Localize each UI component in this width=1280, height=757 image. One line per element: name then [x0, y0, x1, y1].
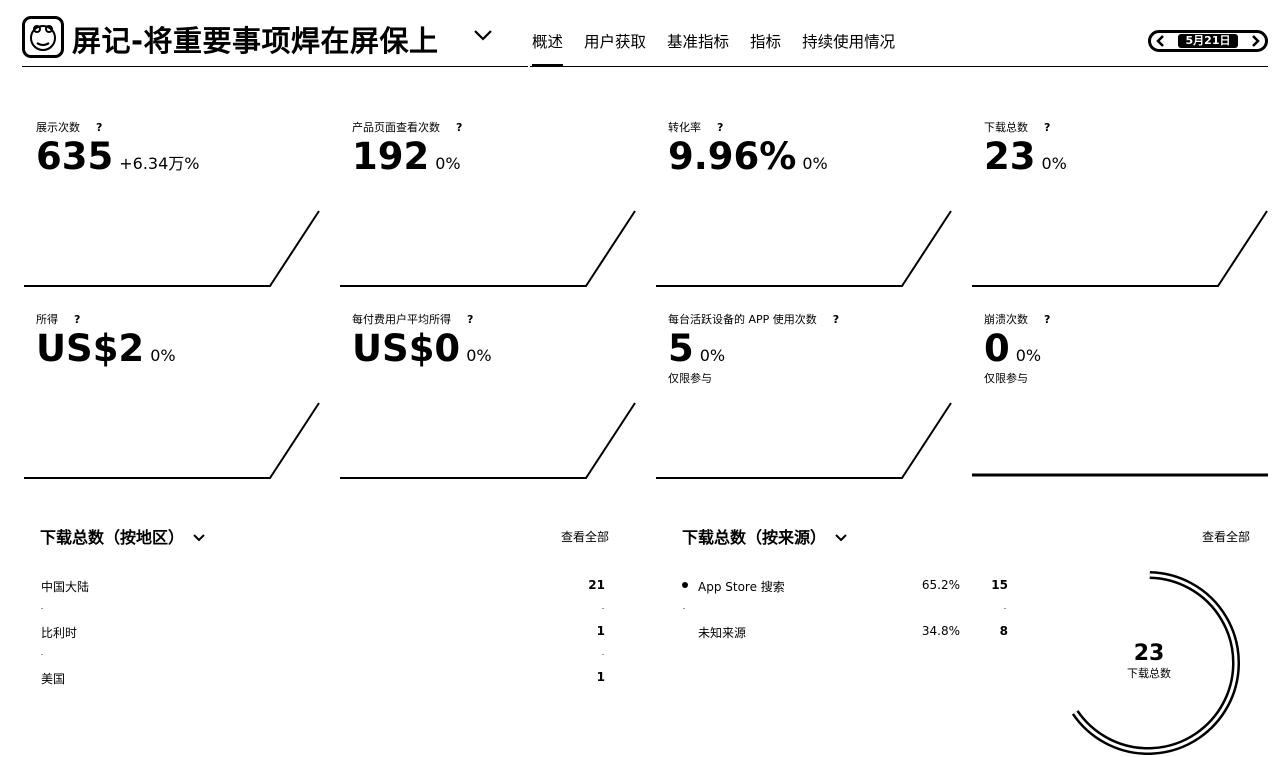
help-icon[interactable]: ? — [833, 313, 839, 326]
tab-benchmarks[interactable]: 基准指标 — [667, 30, 729, 67]
metric-card-impressions[interactable]: 展示次数? 635 +6.34万% — [24, 119, 324, 289]
help-icon[interactable]: ? — [467, 313, 473, 326]
region-row-value: 1 — [596, 670, 605, 684]
metric-value: 9.96% — [668, 135, 797, 178]
donut-total: 23 — [1133, 641, 1165, 666]
region-section-title[interactable]: 下载总数（按地区） — [40, 524, 206, 548]
metric-change: 0% — [466, 346, 492, 365]
metric-change: 0% — [435, 154, 461, 173]
metric-card-sessions-per-device[interactable]: 每台活跃设备的 APP 使用次数? 5 0% 仅限参与 — [656, 311, 956, 481]
region-title: 下载总数（按地区） — [40, 528, 185, 547]
metric-label: 展示次数 — [36, 121, 80, 134]
help-icon[interactable]: ? — [717, 121, 723, 134]
sparkline — [972, 210, 1268, 287]
tab-metrics[interactable]: 指标 — [750, 30, 781, 67]
metric-change: 0% — [1015, 346, 1042, 365]
source-section-title[interactable]: 下载总数（按来源） — [682, 524, 848, 548]
row-divider — [1004, 608, 1006, 609]
metric-change: +6.34万% — [119, 154, 200, 173]
sparkline — [340, 402, 636, 479]
sparkline — [656, 210, 952, 287]
header-divider — [530, 66, 1268, 67]
region-row-value: 1 — [596, 624, 605, 638]
metric-label: 所得 — [36, 313, 58, 326]
metric-value: US$2 — [36, 327, 145, 370]
metric-label: 每付费用户平均所得 — [352, 313, 451, 326]
source-row-label[interactable]: 未知来源 — [698, 624, 746, 641]
chevron-left-icon[interactable] — [1155, 35, 1167, 47]
row-divider — [602, 654, 604, 655]
tab-bar: 概述 用户获取 基准指标 指标 持续使用情况 — [532, 30, 916, 67]
metric-change: 0% — [802, 154, 828, 173]
source-row-value: 8 — [999, 624, 1008, 638]
region-row-value: 21 — [588, 578, 605, 592]
date-navigator: 5月21日 — [1148, 30, 1268, 52]
help-icon[interactable]: ? — [456, 121, 462, 134]
source-title: 下载总数（按来源） — [682, 528, 827, 547]
region-row-label[interactable]: 中国大陆 — [41, 578, 89, 595]
help-icon[interactable]: ? — [1044, 121, 1050, 134]
sparkline — [24, 402, 320, 479]
source-row-label[interactable]: App Store 搜索 — [698, 578, 785, 595]
header-divider — [22, 66, 528, 67]
region-row-label[interactable]: 美国 — [41, 670, 65, 687]
metric-value: 635 — [36, 135, 114, 178]
chevron-right-icon[interactable] — [1249, 35, 1261, 47]
header: 屏记-将重要事项焊在屏保上 概述 用户获取 基准指标 指标 持续使用情况 5月2… — [0, 0, 1280, 68]
donut-total-label: 下载总数 — [1127, 667, 1171, 680]
date-label[interactable]: 5月21日 — [1177, 34, 1239, 48]
tab-retention[interactable]: 持续使用情况 — [802, 30, 895, 67]
metric-card-crashes[interactable]: 崩溃次数? 0 0% 仅限参与 — [972, 311, 1272, 481]
row-divider — [41, 608, 43, 609]
metric-card-arppu[interactable]: 每付费用户平均所得? US$0 0% — [340, 311, 640, 481]
metric-change: 0% — [150, 346, 176, 365]
metric-label: 崩溃次数 — [984, 313, 1028, 326]
app-title[interactable]: 屏记-将重要事项焊在屏保上 — [72, 18, 439, 60]
metric-value: 23 — [984, 135, 1036, 178]
chevron-down-icon[interactable] — [834, 533, 848, 543]
metric-change: 0% — [699, 346, 726, 365]
row-divider — [602, 608, 604, 609]
app-face-icon[interactable] — [22, 16, 64, 58]
metric-value: 192 — [352, 135, 430, 178]
sparkline — [340, 210, 636, 287]
source-row-value: 15 — [991, 578, 1008, 592]
metric-card-total-downloads[interactable]: 下载总数? 23 0% — [972, 119, 1272, 289]
row-divider — [41, 654, 43, 655]
tab-acquisition[interactable]: 用户获取 — [584, 30, 646, 67]
metric-card-conversion-rate[interactable]: 转化率? 9.96% 0% — [656, 119, 956, 289]
help-icon[interactable]: ? — [74, 313, 80, 326]
chevron-down-icon[interactable] — [472, 26, 494, 44]
chevron-down-icon[interactable] — [192, 533, 206, 543]
metric-note: 仅限参与 — [984, 372, 1028, 385]
metric-card-page-views[interactable]: 产品页面查看次数? 192 0% — [340, 119, 640, 289]
sparkline — [656, 402, 952, 479]
region-row-label[interactable]: 比利时 — [41, 624, 77, 641]
metric-label: 下载总数 — [984, 121, 1028, 134]
metric-value: 5 — [668, 327, 694, 370]
row-divider — [683, 608, 685, 609]
region-view-all-link[interactable]: 查看全部 — [561, 528, 609, 545]
metric-value: 0 — [984, 327, 1010, 370]
help-icon[interactable]: ? — [96, 121, 102, 134]
metric-label: 每台活跃设备的 APP 使用次数 — [668, 313, 817, 326]
sparkline — [24, 210, 320, 287]
source-view-all-link[interactable]: 查看全部 — [1202, 528, 1250, 545]
metric-label: 转化率 — [668, 121, 701, 134]
source-row-percent: 34.8% — [921, 624, 960, 638]
metric-label: 产品页面查看次数 — [352, 121, 440, 134]
metric-change: 0% — [1041, 154, 1067, 173]
metric-value: US$0 — [352, 327, 461, 370]
metric-note: 仅限参与 — [668, 372, 712, 385]
metric-card-proceeds[interactable]: 所得? US$2 0% — [24, 311, 324, 481]
sparkline — [972, 473, 1268, 477]
legend-dot — [682, 582, 688, 588]
help-icon[interactable]: ? — [1044, 313, 1050, 326]
source-row-percent: 65.2% — [921, 578, 960, 592]
tab-overview[interactable]: 概述 — [532, 30, 564, 67]
